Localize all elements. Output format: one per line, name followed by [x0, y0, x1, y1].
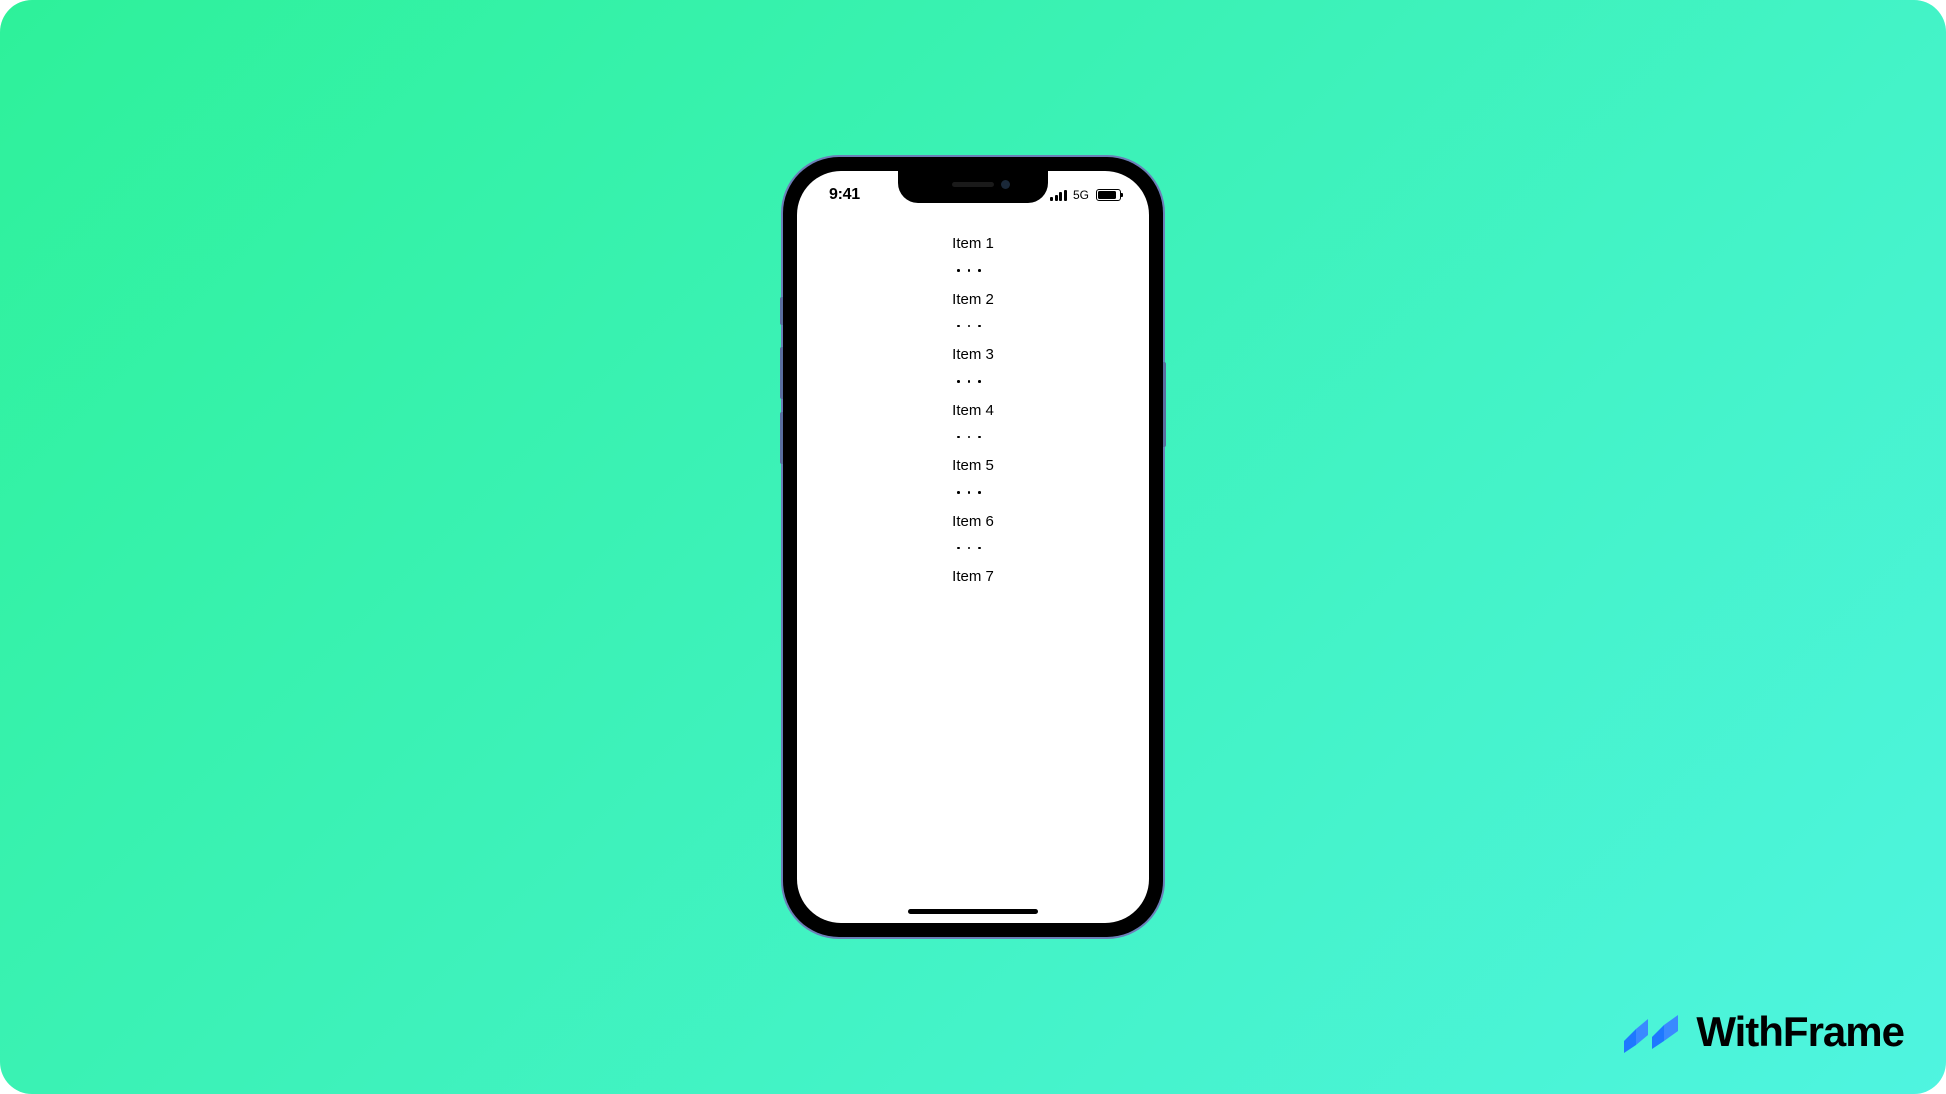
phone-screen: 9:41 5G Item 1 Item 2 Item 3 [797, 171, 1149, 923]
divider-dots-icon [957, 428, 981, 448]
status-right-cluster: 5G [1050, 188, 1121, 202]
withframe-brand: WithFrame [1622, 1008, 1904, 1056]
list-item[interactable]: Item 1 [952, 225, 994, 261]
divider-dots-icon [957, 317, 981, 337]
status-time: 9:41 [829, 186, 860, 204]
list-content[interactable]: Item 1 Item 2 Item 3 Item 4 Item 5 Item … [797, 219, 1149, 594]
app-background: 9:41 5G Item 1 Item 2 Item 3 [0, 0, 1946, 1094]
cellular-signal-icon [1050, 190, 1067, 201]
phone-notch [898, 171, 1048, 203]
withframe-logo-icon [1622, 1011, 1682, 1053]
phone-speaker [952, 182, 994, 187]
list-item[interactable]: Item 3 [952, 336, 994, 372]
list-item[interactable]: Item 2 [952, 281, 994, 317]
phone-volume-down [780, 412, 783, 464]
list-item[interactable]: Item 7 [952, 558, 994, 594]
divider-dots-icon [957, 483, 981, 503]
divider-dots-icon [957, 261, 981, 281]
divider-dots-icon [957, 372, 981, 392]
phone-device-frame: 9:41 5G Item 1 Item 2 Item 3 [783, 157, 1163, 937]
network-type-label: 5G [1073, 188, 1089, 202]
phone-mute-switch [780, 297, 783, 325]
list-item[interactable]: Item 5 [952, 447, 994, 483]
divider-dots-icon [957, 539, 981, 559]
home-indicator[interactable] [908, 909, 1038, 914]
battery-icon [1096, 189, 1121, 201]
withframe-brand-label: WithFrame [1696, 1008, 1904, 1056]
phone-power-button [1163, 362, 1166, 447]
list-item[interactable]: Item 4 [952, 392, 994, 428]
phone-volume-up [780, 347, 783, 399]
list-item[interactable]: Item 6 [952, 503, 994, 539]
phone-front-camera [1001, 180, 1010, 189]
battery-fill [1098, 191, 1116, 199]
